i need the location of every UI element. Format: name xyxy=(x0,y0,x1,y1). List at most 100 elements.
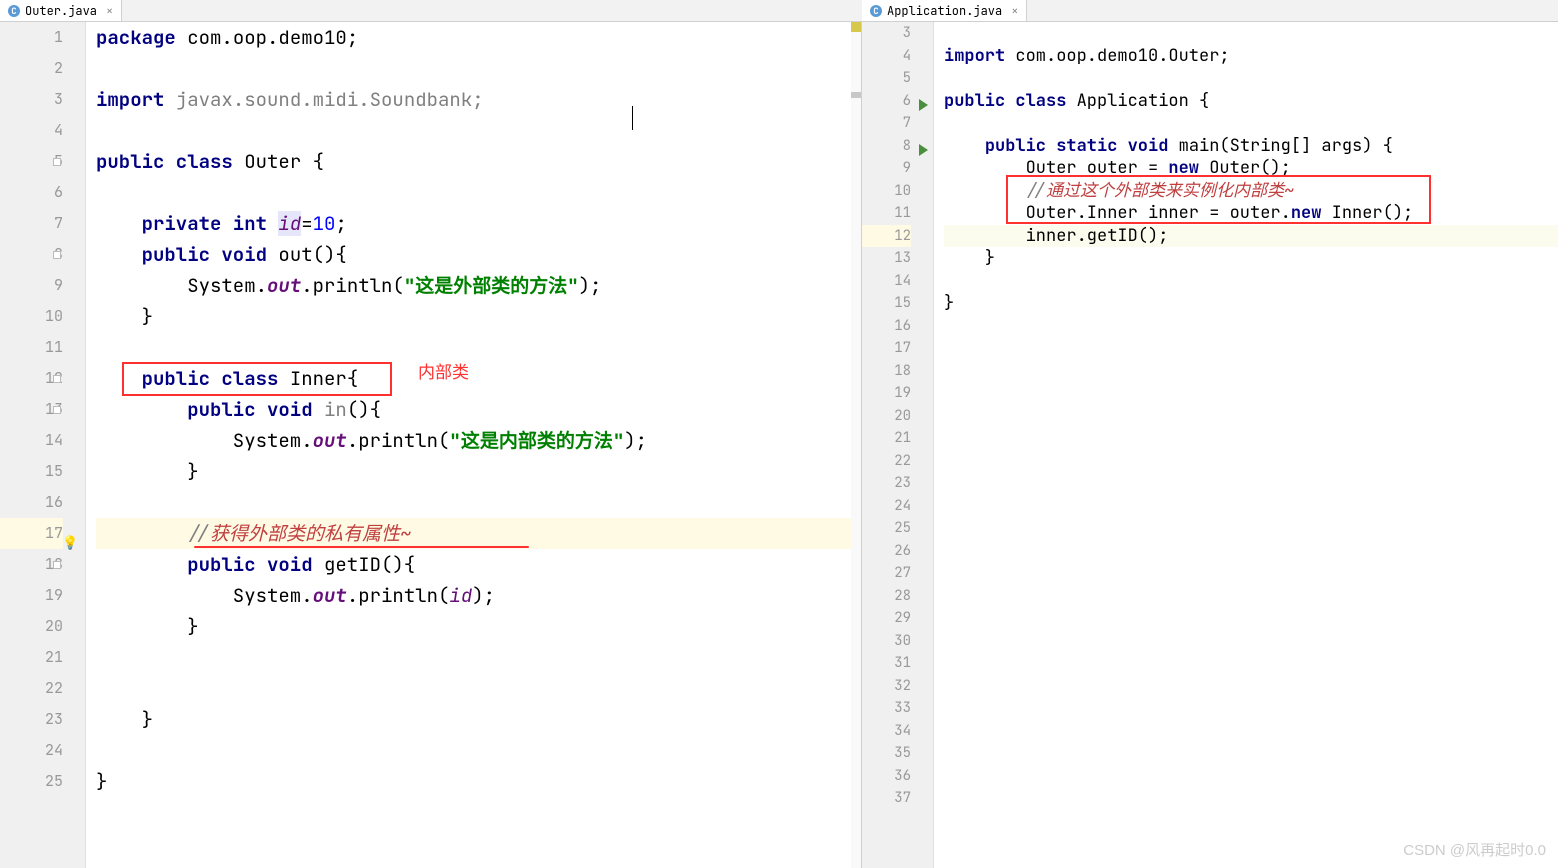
line-number[interactable]: 6 xyxy=(0,177,63,208)
line-gutter-right[interactable]: 3456789101112131415161718192021222324252… xyxy=(862,22,934,868)
code-line[interactable] xyxy=(96,735,861,766)
line-number[interactable]: 17 xyxy=(862,337,911,360)
line-number[interactable]: 13 xyxy=(0,394,63,425)
line-number[interactable]: 16 xyxy=(0,487,63,518)
run-icon[interactable] xyxy=(919,144,928,156)
code-line[interactable] xyxy=(944,427,1558,450)
line-number[interactable]: 4 xyxy=(862,45,911,68)
line-gutter-left[interactable]: 1234567891011121314151617💡18192021222324… xyxy=(0,22,86,868)
code-line[interactable] xyxy=(944,112,1558,135)
code-line[interactable] xyxy=(944,315,1558,338)
line-number[interactable]: 20 xyxy=(0,611,63,642)
code-line[interactable]: inner.getID(); xyxy=(944,225,1558,248)
line-number[interactable]: 18 xyxy=(0,549,63,580)
line-number[interactable]: 32 xyxy=(862,675,911,698)
marker-bar-left[interactable] xyxy=(851,22,861,868)
code-line[interactable] xyxy=(944,382,1558,405)
line-number[interactable]: 20 xyxy=(862,405,911,428)
code-line[interactable]: System.out.println("这是外部类的方法"); xyxy=(96,270,861,301)
code-line[interactable]: public void in(){ xyxy=(96,394,861,425)
line-number[interactable]: 10 xyxy=(862,180,911,203)
code-line[interactable] xyxy=(944,697,1558,720)
fold-icon[interactable] xyxy=(53,375,61,383)
line-number[interactable]: 17💡 xyxy=(0,518,63,549)
code-area-right[interactable]: import com.oop.demo10.Outer; public class… xyxy=(934,22,1558,868)
line-number[interactable]: 27 xyxy=(862,562,911,585)
line-number[interactable]: 12 xyxy=(862,225,911,248)
line-number[interactable]: 6 xyxy=(862,90,911,113)
line-number[interactable]: 11 xyxy=(862,202,911,225)
code-line[interactable]: } xyxy=(96,704,861,735)
code-line[interactable]: public class Application { xyxy=(944,90,1558,113)
line-number[interactable]: 19 xyxy=(862,382,911,405)
line-number[interactable]: 1 xyxy=(0,22,63,53)
line-number[interactable]: 25 xyxy=(0,766,63,797)
code-line[interactable] xyxy=(944,540,1558,563)
line-number[interactable]: 5 xyxy=(0,146,63,177)
code-line[interactable] xyxy=(944,742,1558,765)
code-line[interactable]: } xyxy=(944,292,1558,315)
line-number[interactable]: 37 xyxy=(862,787,911,810)
line-number[interactable]: 7 xyxy=(862,112,911,135)
code-line[interactable] xyxy=(944,270,1558,293)
line-number[interactable]: 3 xyxy=(0,84,63,115)
fold-icon[interactable] xyxy=(53,158,61,166)
code-line[interactable] xyxy=(944,472,1558,495)
code-line[interactable] xyxy=(944,562,1558,585)
code-line[interactable]: public class Inner{ xyxy=(96,363,861,394)
code-line[interactable] xyxy=(944,360,1558,383)
code-line[interactable] xyxy=(944,607,1558,630)
line-number[interactable]: 15 xyxy=(862,292,911,315)
code-line[interactable]: } xyxy=(96,456,861,487)
line-number[interactable]: 8 xyxy=(862,135,911,158)
code-line[interactable] xyxy=(944,585,1558,608)
code-line[interactable] xyxy=(944,630,1558,653)
code-line[interactable]: public static void main(String[] args) { xyxy=(944,135,1558,158)
fold-icon[interactable] xyxy=(53,561,61,569)
code-line[interactable] xyxy=(944,720,1558,743)
code-line[interactable]: //通过这个外部类来实例化内部类~ xyxy=(944,180,1558,203)
fold-icon[interactable] xyxy=(53,251,61,259)
code-line[interactable] xyxy=(96,53,861,84)
line-number[interactable]: 15 xyxy=(0,456,63,487)
code-line[interactable] xyxy=(944,495,1558,518)
line-number[interactable]: 34 xyxy=(862,720,911,743)
code-line[interactable] xyxy=(944,450,1558,473)
line-number[interactable]: 18 xyxy=(862,360,911,383)
line-number[interactable]: 21 xyxy=(862,427,911,450)
code-line[interactable] xyxy=(96,115,861,146)
code-line[interactable] xyxy=(96,332,861,363)
code-line[interactable] xyxy=(944,337,1558,360)
line-number[interactable]: 26 xyxy=(862,540,911,563)
tab-application-java[interactable]: C Application.java × xyxy=(862,0,1027,21)
line-number[interactable]: 23 xyxy=(862,472,911,495)
line-number[interactable]: 22 xyxy=(0,673,63,704)
code-line[interactable]: Outer outer = new Outer(); xyxy=(944,157,1558,180)
code-line[interactable] xyxy=(96,487,861,518)
line-number[interactable]: 16 xyxy=(862,315,911,338)
line-number[interactable]: 35 xyxy=(862,742,911,765)
line-number[interactable]: 11 xyxy=(0,332,63,363)
code-line[interactable]: public void out(){ xyxy=(96,239,861,270)
code-line[interactable]: Outer.Inner inner = outer.new Inner(); xyxy=(944,202,1558,225)
line-number[interactable]: 19 xyxy=(0,580,63,611)
code-area-left[interactable]: package com.oop.demo10;import javax.soun… xyxy=(86,22,861,868)
code-line[interactable] xyxy=(944,765,1558,788)
line-number[interactable]: 31 xyxy=(862,652,911,675)
code-line[interactable] xyxy=(96,177,861,208)
line-number[interactable]: 24 xyxy=(0,735,63,766)
line-number[interactable]: 4 xyxy=(0,115,63,146)
line-number[interactable]: 8 xyxy=(0,239,63,270)
code-line[interactable]: System.out.println(id); xyxy=(96,580,861,611)
line-number[interactable]: 7 xyxy=(0,208,63,239)
code-line[interactable]: } xyxy=(96,766,861,797)
code-line[interactable] xyxy=(96,642,861,673)
code-line[interactable] xyxy=(944,652,1558,675)
line-number[interactable]: 25 xyxy=(862,517,911,540)
line-number[interactable]: 5 xyxy=(862,67,911,90)
code-line[interactable]: import com.oop.demo10.Outer; xyxy=(944,45,1558,68)
fold-icon[interactable] xyxy=(53,406,61,414)
code-line[interactable] xyxy=(944,787,1558,810)
line-number[interactable]: 13 xyxy=(862,247,911,270)
code-line[interactable]: //获得外部类的私有属性~ xyxy=(96,518,861,549)
